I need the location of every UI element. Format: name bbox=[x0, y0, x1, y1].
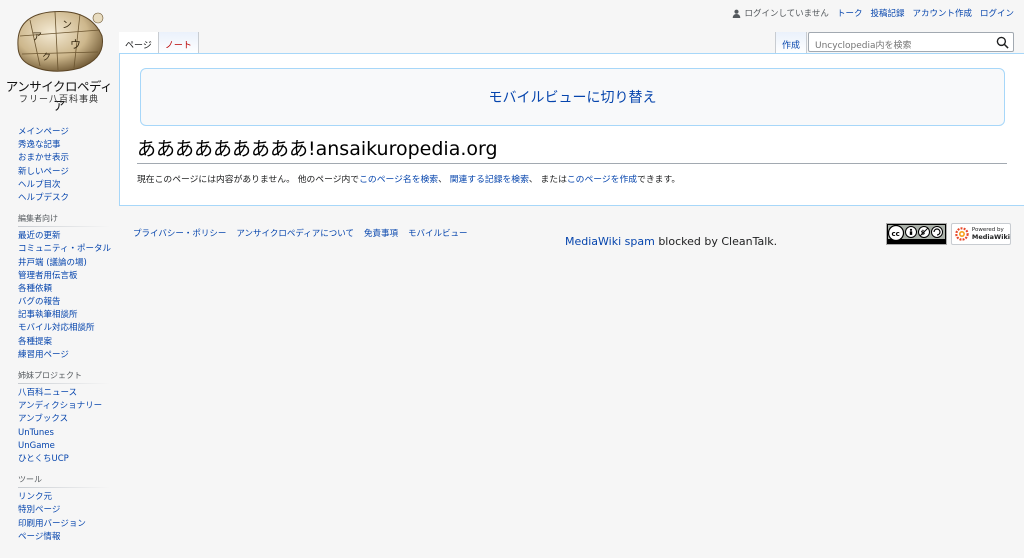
sidebar-item-community-portal[interactable]: コミュニティ・ポータル bbox=[18, 243, 118, 256]
not-logged-in-label: ログインしていません bbox=[744, 9, 829, 19]
puzzle-globe-icon: ア ン ウ ク bbox=[17, 11, 104, 72]
site-logo[interactable]: ア ン ウ ク アンサイクロペディア フリー八百科事典 bbox=[0, 0, 118, 113]
sidebar: メインページ 秀逸な記事 おまかせ表示 新しいページ ヘルプ目次 ヘルプデスク … bbox=[18, 126, 118, 544]
content-area: モバイルビューに切り替え あああああああああ!ansaikuropedia.or… bbox=[119, 53, 1024, 206]
sister-projects-portal: 八百科ニュース アンディクショナリー アンブックス UnTunes UnGame… bbox=[18, 387, 118, 466]
sidebar-item-page-info[interactable]: ページ情報 bbox=[18, 531, 118, 544]
cleantalk-link[interactable]: MediaWiki spam bbox=[565, 235, 655, 248]
tab-page[interactable]: ページ bbox=[119, 32, 159, 54]
cleantalk-text: blocked by CleanTalk. bbox=[654, 235, 778, 248]
svg-text:ン: ン bbox=[62, 20, 72, 31]
privacy-policy-link[interactable]: プライバシー・ポリシー bbox=[133, 227, 226, 239]
login-link[interactable]: ログイン bbox=[980, 7, 1014, 19]
notice-prefix: 現在このページには内容がありません。 他のページ内で bbox=[137, 175, 360, 185]
personal-tools: ログインしていません トーク 投稿記録 アカウント作成 ログイン bbox=[732, 7, 1014, 19]
talk-link[interactable]: トーク bbox=[837, 7, 863, 19]
not-logged-in-status: ログインしていません bbox=[732, 7, 829, 19]
notice-suffix: できます。 bbox=[637, 175, 681, 185]
user-icon bbox=[733, 9, 741, 18]
sidebar-item-writing-help[interactable]: 記事執筆相談所 bbox=[18, 309, 118, 322]
sidebar-item-recent-changes[interactable]: 最近の更新 bbox=[18, 230, 118, 243]
create-account-link[interactable]: アカウント作成 bbox=[912, 7, 972, 19]
sidebar-item-printable[interactable]: 印刷用バージョン bbox=[18, 518, 118, 531]
sidebar-item-bug-report[interactable]: バグの報告 bbox=[18, 296, 118, 309]
tools-portal: リンク元 特別ページ 印刷用バージョン ページ情報 bbox=[18, 491, 118, 544]
mediawiki-badge-text: Powered by MediaWiki bbox=[972, 227, 1010, 241]
sidebar-item-requests[interactable]: 各種依頼 bbox=[18, 283, 118, 296]
sidebar-item-admin-noticeboard[interactable]: 管理者用伝言板 bbox=[18, 270, 118, 283]
namespace-tabs: ページ ノート bbox=[119, 32, 199, 54]
logo-subtitle: フリー八百科事典 bbox=[18, 95, 99, 105]
disclaimer-link[interactable]: 免責事項 bbox=[364, 227, 398, 239]
search-logs-link[interactable]: 関連する記録を検索 bbox=[450, 175, 529, 185]
powered-by-mediawiki-badge[interactable]: Powered by MediaWiki bbox=[951, 223, 1011, 245]
sidebar-item-random[interactable]: おまかせ表示 bbox=[18, 152, 118, 165]
sidebar-item-help-contents[interactable]: ヘルプ目次 bbox=[18, 179, 118, 192]
sidebar-item-help-desk[interactable]: ヘルプデスク bbox=[18, 192, 118, 205]
tools-heading: ツール bbox=[18, 474, 110, 489]
sidebar-item-special-pages[interactable]: 特別ページ bbox=[18, 504, 118, 517]
sidebar-item-news[interactable]: 八百科ニュース bbox=[18, 387, 118, 400]
contributions-link[interactable]: 投稿記録 bbox=[870, 7, 904, 19]
sidebar-item-proposals[interactable]: 各種提案 bbox=[18, 336, 118, 349]
sidebar-item-mobile-help[interactable]: モバイル対応相談所 bbox=[18, 322, 118, 335]
sidebar-item-new-pages[interactable]: 新しいページ bbox=[18, 166, 118, 179]
sidebar-item-undictionary[interactable]: アンディクショナリー bbox=[18, 400, 118, 413]
page-title: あああああああああ!ansaikuropedia.org bbox=[137, 134, 1007, 164]
sidebar-item-village-pump[interactable]: 井戸端 (議論の場) bbox=[18, 257, 118, 270]
sidebar-item-featured[interactable]: 秀逸な記事 bbox=[18, 139, 118, 152]
navigation-portal: メインページ 秀逸な記事 おまかせ表示 新しいページ ヘルプ目次 ヘルプデスク bbox=[18, 126, 118, 205]
about-link[interactable]: アンサイクロペディアについて bbox=[236, 227, 354, 239]
editors-heading: 編集者向け bbox=[18, 213, 110, 228]
svg-text:ク: ク bbox=[42, 52, 51, 63]
tab-create[interactable]: 作成 bbox=[775, 32, 808, 54]
svg-text:ア: ア bbox=[32, 32, 42, 43]
cleantalk-notice: MediaWiki spam blocked by CleanTalk. bbox=[565, 235, 777, 248]
footer-links: プライバシー・ポリシー アンサイクロペディアについて 免責事項 モバイルビュー bbox=[133, 227, 468, 239]
mediawiki-name-label: MediaWiki bbox=[971, 232, 1010, 241]
editors-portal: 最近の更新 コミュニティ・ポータル 井戸端 (議論の場) 管理者用伝言板 各種依… bbox=[18, 230, 118, 362]
mobile-view-link[interactable]: モバイルビュー bbox=[408, 227, 468, 239]
sidebar-item-hitokuchi-ucp[interactable]: ひとくちUCP bbox=[18, 453, 118, 466]
search-icon[interactable] bbox=[996, 36, 1009, 49]
notice-separator-1: 、 bbox=[438, 175, 450, 185]
mediawiki-flower-icon bbox=[955, 227, 969, 241]
sister-projects-heading: 姉妹プロジェクト bbox=[18, 370, 110, 384]
mobile-view-button[interactable]: モバイルビューに切り替え bbox=[140, 68, 1005, 126]
sidebar-item-unbooks[interactable]: アンブックス bbox=[18, 413, 118, 426]
sidebar-item-main-page[interactable]: メインページ bbox=[18, 126, 118, 139]
no-content-notice: 現在このページには内容がありません。 他のページ内でこのページ名を検索、 関連す… bbox=[137, 172, 680, 185]
sidebar-item-untunes[interactable]: UnTunes bbox=[18, 427, 118, 440]
sidebar-item-what-links-here[interactable]: リンク元 bbox=[18, 491, 118, 504]
notice-separator-2: 、 または bbox=[528, 175, 567, 185]
sidebar-item-ungame[interactable]: UnGame bbox=[18, 440, 118, 453]
svg-text:cc: cc bbox=[892, 230, 900, 238]
search-box bbox=[808, 32, 1014, 55]
svg-text:ウ: ウ bbox=[70, 38, 81, 51]
cc-license-badge[interactable]: cc $ bbox=[886, 223, 947, 245]
sidebar-item-sandbox[interactable]: 練習用ページ bbox=[18, 349, 118, 362]
tab-talk[interactable]: ノート bbox=[158, 32, 199, 54]
search-page-name-link[interactable]: このページ名を検索 bbox=[359, 175, 438, 185]
create-page-link[interactable]: このページを作成 bbox=[567, 175, 637, 185]
